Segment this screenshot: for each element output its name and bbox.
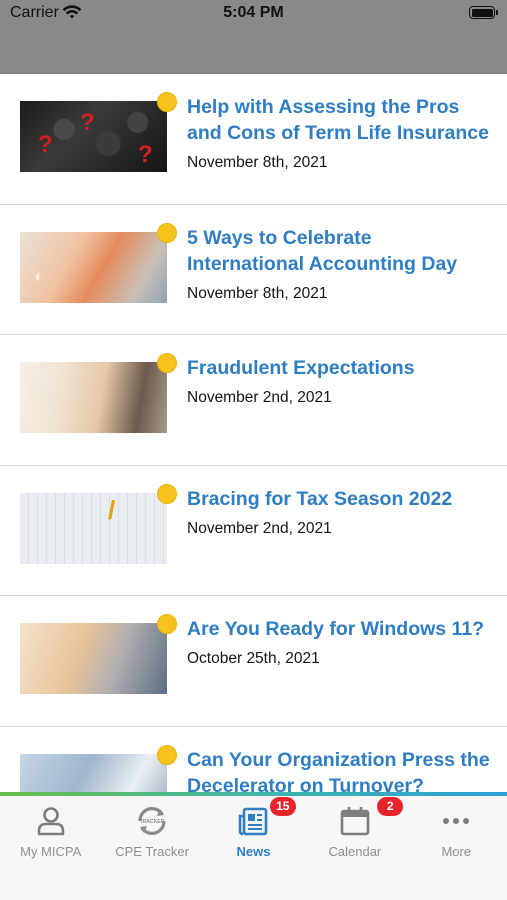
news-item[interactable]: Are You Ready for Windows 11? October 25… <box>0 596 507 727</box>
news-title[interactable]: Fraudulent Expectations <box>187 355 492 381</box>
news-title[interactable]: Help with Assessing the Pros and Cons of… <box>187 94 492 146</box>
news-date: October 25th, 2021 <box>187 650 320 667</box>
news-title[interactable]: Are You Ready for Windows 11? <box>187 616 492 642</box>
news-date: November 8th, 2021 <box>187 154 328 171</box>
unread-dot-icon <box>157 92 177 112</box>
tab-bar: My MICPA TRACKER CPE Tracker 15 News 2 C… <box>0 796 507 900</box>
tab-my-micpa[interactable]: My MICPA <box>0 796 101 876</box>
clock-time: 5:04 PM <box>223 4 284 21</box>
tab-label: News <box>236 844 271 859</box>
cpe-tracker-icon: TRACKER <box>138 807 166 835</box>
more-dots-icon <box>443 818 470 824</box>
unread-dot-icon <box>157 222 177 243</box>
laptop-typing-image <box>20 623 167 694</box>
status-bar: Carrier 5:04 PM <box>0 0 507 74</box>
news-title[interactable]: Can Your Organization Press the Decelera… <box>187 747 492 797</box>
person-icon <box>37 807 64 836</box>
unread-dot-icon <box>157 614 177 634</box>
unread-dot-icon <box>157 353 177 373</box>
tablet-fraud-image <box>20 362 167 433</box>
tab-label: CPE Tracker <box>115 844 189 859</box>
calendar-icon <box>340 807 370 836</box>
tab-calendar[interactable]: 2 Calendar <box>304 796 405 876</box>
news-item[interactable]: ◐ 5 Ways to Celebrate International Acco… <box>0 205 507 335</box>
tab-label: My MICPA <box>20 844 82 859</box>
tab-label: Calendar <box>328 844 382 859</box>
battery-icon <box>469 6 498 19</box>
news-item[interactable]: ? ? ? Help with Assessing the Pros and C… <box>0 74 507 205</box>
news-list[interactable]: ? ? ? Help with Assessing the Pros and C… <box>0 74 507 796</box>
unread-dot-icon <box>157 744 177 765</box>
news-item[interactable]: / Bracing for Tax Season 2022 November 2… <box>0 466 507 596</box>
people-network-image <box>20 753 167 796</box>
tab-cpe-tracker[interactable]: TRACKER CPE Tracker <box>101 796 202 876</box>
accounting-charts-image: ◐ <box>20 231 167 303</box>
tab-more[interactable]: More <box>406 796 507 876</box>
newspaper-icon <box>239 807 268 836</box>
news-item[interactable]: Can Your Organization Press the Decelera… <box>0 727 507 797</box>
calendar-badge: 2 <box>377 797 404 816</box>
news-badge: 15 <box>269 797 296 816</box>
tax-documents-image: / <box>20 492 167 564</box>
news-title[interactable]: 5 Ways to Celebrate International Accoun… <box>187 225 492 277</box>
news-date: November 2nd, 2021 <box>187 519 332 537</box>
news-item[interactable]: Fraudulent Expectations November 2nd, 20… <box>0 335 507 466</box>
news-date: November 2nd, 2021 <box>187 389 332 406</box>
svg-text:TRACKER: TRACKER <box>140 819 165 825</box>
question-marks-keyboard-image: ? ? ? <box>20 101 167 172</box>
news-title[interactable]: Bracing for Tax Season 2022 <box>187 486 492 512</box>
news-date: November 8th, 2021 <box>187 284 328 302</box>
unread-dot-icon <box>157 483 177 504</box>
tab-label: More <box>441 844 472 859</box>
tab-news[interactable]: 15 News <box>203 796 304 876</box>
